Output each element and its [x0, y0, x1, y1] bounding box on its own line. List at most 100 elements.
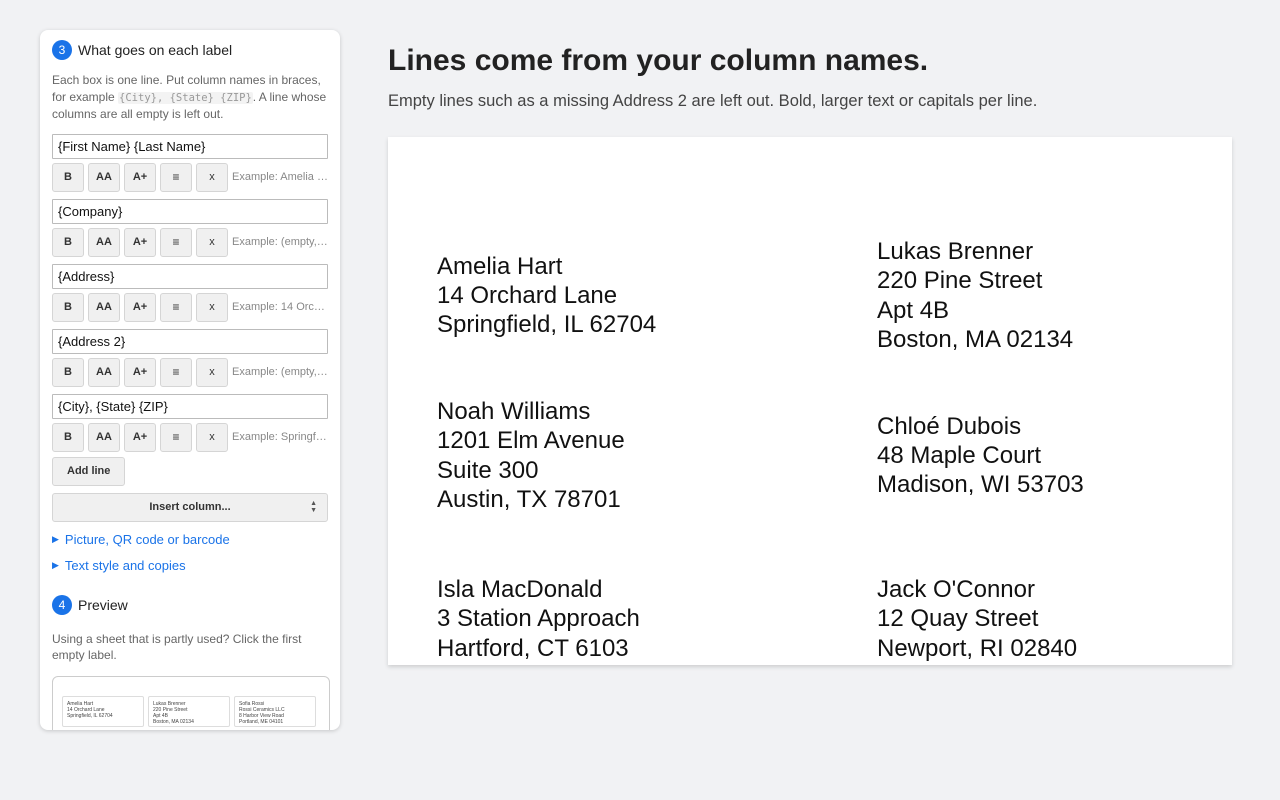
- line-toolbar: BAAA+≡x Example: Springfield, IL 62704: [52, 422, 328, 452]
- label-sheet-preview: Amelia Hart 14 Orchard Lane Springfield, I…: [388, 137, 1232, 665]
- label-line: Austin, TX 78701: [437, 485, 621, 513]
- disclosure-label: Text style and copies: [64, 558, 186, 573]
- label-line: Suite 300: [437, 456, 539, 484]
- label-line: Madison, WI 53703: [877, 471, 1084, 499]
- bold-button[interactable]: B: [52, 162, 84, 192]
- address-label: Isla MacDonald 3 Station Approach Hartford…: [437, 559, 857, 665]
- larger-text-button[interactable]: A+: [124, 227, 156, 257]
- line-row: BAAA+≡x Example: (empty, line is left out…: [52, 198, 328, 257]
- address-label: Amelia Hart 14 Orchard Lane Springfield, I…: [437, 224, 857, 367]
- label-line: Springfield, IL 62704: [437, 311, 657, 339]
- larger-text-button[interactable]: A+: [124, 357, 156, 387]
- line-toolbar: B AA A+ ≡ x Example: Amelia Hart: [52, 162, 328, 192]
- capitals-button[interactable]: AA: [88, 227, 120, 257]
- line-example-text: Example: 14 Orchard Lane: [232, 301, 328, 313]
- label-line: Boston, MA 02134: [877, 325, 1074, 353]
- remove-line-button[interactable]: x: [196, 357, 228, 387]
- preview-help-text: Using a sheet that is partly used? Click…: [52, 631, 302, 663]
- label-line: 14 Orchard Lane: [437, 281, 618, 309]
- bold-button[interactable]: B: [52, 292, 84, 322]
- thumbnail-label[interactable]: Lukas Brenner 220 Pine Street Apt 4B Boston…: [148, 695, 230, 727]
- address-label: Chloé Dubois 48 Maple Court Madison, WI 53…: [877, 384, 1232, 527]
- line-toolbar: BAAA+≡x Example: 14 Orchard Lane: [52, 292, 328, 322]
- label-settings-panel: 3 What goes on each label Each box is on…: [40, 30, 340, 730]
- remove-line-button[interactable]: x: [196, 162, 228, 192]
- capitals-button[interactable]: AA: [88, 422, 120, 452]
- step-title: What goes on each label: [78, 42, 233, 58]
- step-number-badge: 3: [52, 40, 72, 60]
- thumbnail-label[interactable]: Amelia Hart 14 Orchard Lane Springfield, I…: [62, 695, 144, 727]
- line-example-text: Example: Springfield, IL 62704: [232, 431, 328, 443]
- capitals-button[interactable]: AA: [88, 162, 120, 192]
- thumbnail-label-line: Boston, MA 02134: [153, 718, 194, 725]
- align-button[interactable]: ≡: [160, 292, 192, 322]
- line-row: BAAA+≡x Example: (empty, line is left out…: [52, 328, 328, 387]
- address-label: Jack O'Connor 12 Quay Street Newport, RI 0…: [877, 559, 1232, 665]
- bold-button[interactable]: B: [52, 357, 84, 387]
- add-line-button[interactable]: Add line: [52, 456, 126, 486]
- picture-qr-disclosure[interactable]: ▶ Picture, QR code or barcode: [52, 532, 328, 548]
- page-title: Lines come from your column names.: [388, 44, 929, 77]
- line-template-input[interactable]: [52, 263, 328, 289]
- larger-text-button[interactable]: A+: [124, 162, 156, 192]
- disclosure-triangle-icon: ▶: [52, 560, 59, 570]
- label-line: Apt 4B: [877, 296, 950, 324]
- address-label: Noah Williams 1201 Elm Avenue Suite 300 Aus…: [437, 384, 857, 527]
- capitals-button[interactable]: AA: [88, 357, 120, 387]
- select-arrows-icon: ▲ ▼: [310, 499, 317, 514]
- line-template-input[interactable]: [52, 198, 328, 224]
- help-code-example: {City}, {State} {ZIP}: [118, 91, 253, 104]
- label-line: Newport, RI 02840: [877, 634, 1078, 662]
- align-button[interactable]: ≡: [160, 227, 192, 257]
- capitals-button[interactable]: AA: [88, 292, 120, 322]
- thumbnail-label[interactable]: Sofia Rossi Rossi Ceramics LLC 8 Harbor Vi…: [234, 695, 316, 727]
- line-template-input[interactable]: [52, 133, 328, 159]
- larger-text-button[interactable]: A+: [124, 292, 156, 322]
- disclosure-triangle-icon: ▶: [52, 534, 59, 544]
- label-line: Amelia Hart: [437, 252, 563, 280]
- line-example-text: Example: (empty, line is left out): [232, 366, 328, 378]
- larger-text-button[interactable]: A+: [124, 422, 156, 452]
- step-3-header: 3 What goes on each label: [52, 40, 328, 60]
- line-example-text: Example: (empty, line is left out): [232, 236, 328, 248]
- label-line: Hartford, CT 6103: [437, 634, 629, 662]
- label-line: 48 Maple Court: [877, 441, 1042, 469]
- label-line: Noah Williams: [437, 397, 591, 425]
- step-4-header: 4 Preview: [52, 594, 328, 615]
- align-button[interactable]: ≡: [160, 357, 192, 387]
- line-example-text: Example: Amelia Hart: [232, 171, 328, 183]
- line-list: BAAA+≡xExample: Amelia HartBAAA+≡xExampl…: [52, 133, 328, 452]
- label-line: Lukas Brenner: [877, 237, 1034, 265]
- label-line: Chloé Dubois: [877, 412, 1022, 440]
- bold-button[interactable]: B: [52, 227, 84, 257]
- label-line: Jack O'Connor: [877, 576, 1035, 604]
- remove-line-button[interactable]: x: [196, 422, 228, 452]
- thumbnail-label[interactable]: Noah Williams: [62, 729, 144, 730]
- sheet-preview-thumbnail[interactable]: Amelia Hart 14 Orchard Lane Springfield, I…: [52, 675, 330, 730]
- thumbnail-label-line: Springfield, IL 62704: [67, 712, 113, 719]
- insert-column-label: Insert column...: [149, 501, 231, 513]
- thumbnail-label[interactable]: [234, 729, 316, 730]
- label-line: Isla MacDonald: [437, 576, 603, 604]
- line-row: BAAA+≡x Example: 14 Orchard Lane: [52, 263, 328, 322]
- line-toolbar: BAAA+≡x Example: (empty, line is left out…: [52, 227, 328, 257]
- line-help-text: Each box is one line. Put column names i…: [52, 72, 328, 123]
- disclosure-label: Picture, QR code or barcode: [64, 532, 230, 547]
- text-style-disclosure[interactable]: ▶ Text style and copies: [52, 558, 328, 574]
- line-row: BAAA+≡x Example: Springfield, IL 62704: [52, 393, 328, 452]
- label-line: 220 Pine Street: [877, 267, 1043, 295]
- page-subtitle: Empty lines such as a missing Address 2 …: [388, 92, 1038, 110]
- thumbnail-label[interactable]: [148, 729, 230, 730]
- address-label: Lukas Brenner 220 Pine Street Apt 4B Boston…: [877, 224, 1232, 367]
- step-number-badge: 4: [52, 594, 72, 615]
- remove-line-button[interactable]: x: [196, 292, 228, 322]
- insert-column-select[interactable]: Insert column... ▲ ▼: [52, 492, 328, 522]
- align-button[interactable]: ≡: [160, 422, 192, 452]
- bold-button[interactable]: B: [52, 422, 84, 452]
- remove-line-button[interactable]: x: [196, 227, 228, 257]
- line-template-input[interactable]: [52, 393, 328, 419]
- line-row: BAAA+≡x Example: Amelia Hart: [52, 133, 328, 192]
- align-button[interactable]: ≡: [160, 162, 192, 192]
- line-template-input[interactable]: [52, 328, 328, 354]
- label-line: 12 Quay Street: [877, 605, 1039, 633]
